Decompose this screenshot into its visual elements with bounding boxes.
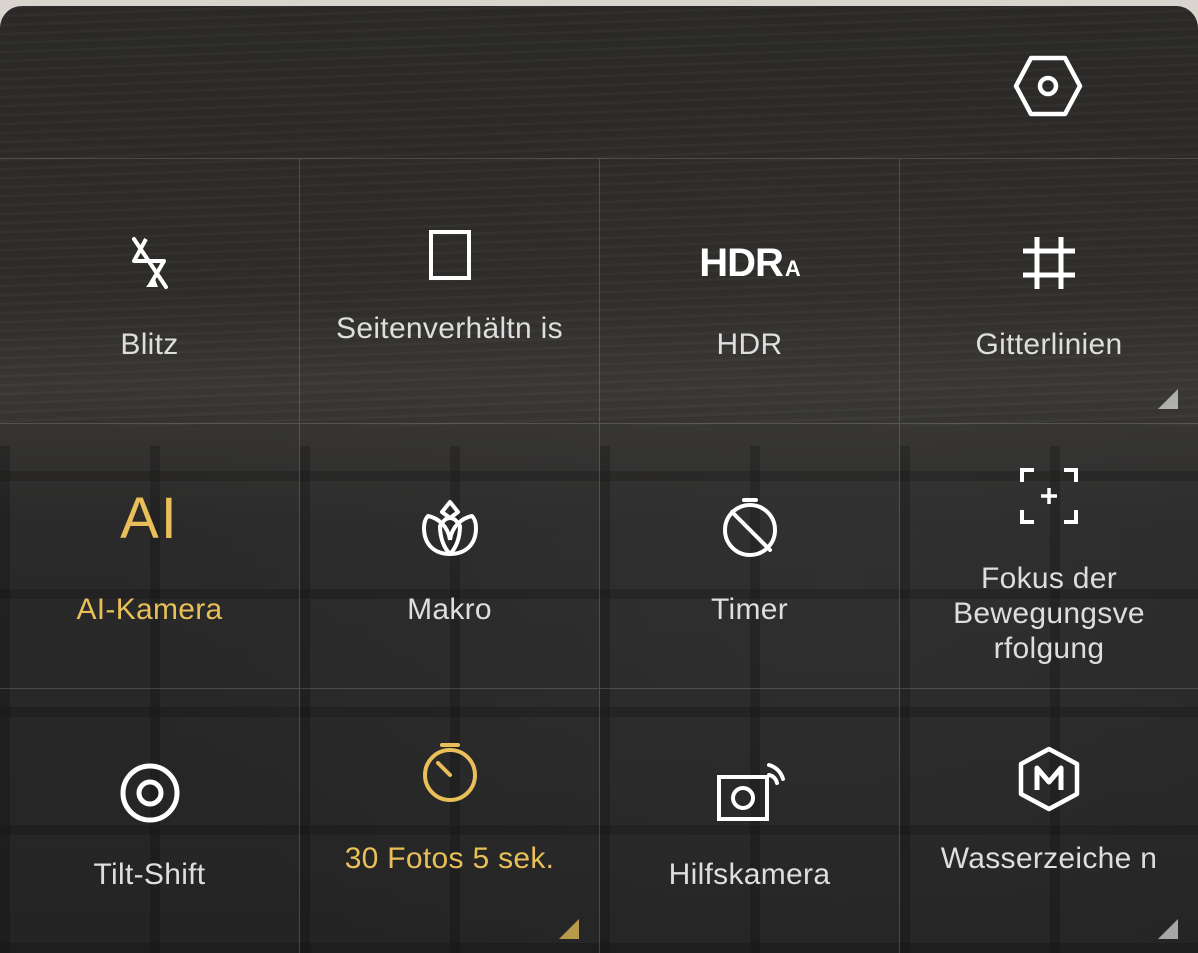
settings-button[interactable] <box>1012 50 1084 122</box>
tile-label: HDR <box>716 328 783 361</box>
quick-settings-panel: Blitz Seitenverhältn is HDRA HDR Gitterl… <box>0 6 1198 953</box>
settings-grid: Blitz Seitenverhältn is HDRA HDR Gitterl… <box>0 158 1198 953</box>
tile-macro[interactable]: Makro <box>300 424 600 689</box>
submenu-indicator <box>559 919 579 939</box>
tile-ai-camera[interactable]: AI AI-Kamera <box>0 424 300 689</box>
tile-flash[interactable]: Blitz <box>0 159 300 424</box>
tile-motion-tracking-focus[interactable]: Fokus der Bewegungsve rfolgung <box>900 424 1198 689</box>
tile-label: Seitenverhältn is <box>336 312 563 345</box>
ai-icon: AI <box>120 485 179 551</box>
tile-label: Tilt-Shift <box>93 858 206 891</box>
tile-timer[interactable]: Timer <box>600 424 900 689</box>
tile-label: Timer <box>710 593 789 626</box>
tile-watermark[interactable]: Wasserzeiche n <box>900 689 1198 953</box>
tile-label: Fokus der Bewegungsve rfolgung <box>953 562 1145 665</box>
tile-tilt-shift[interactable]: Tilt-Shift <box>0 689 300 953</box>
grid-lines-icon <box>1023 237 1075 289</box>
tile-label: Hilfskamera <box>668 858 831 891</box>
tile-label: Makro <box>407 593 492 626</box>
tile-label: AI-Kamera <box>76 593 223 626</box>
tile-hdr[interactable]: HDRA HDR <box>600 159 900 424</box>
submenu-indicator <box>1158 389 1178 409</box>
hexagon-gear-icon <box>1013 55 1083 117</box>
aspect-ratio-icon <box>428 230 471 280</box>
tile-label: 30 Fotos 5 sek. <box>344 842 555 875</box>
tile-grid-lines[interactable]: Gitterlinien <box>900 159 1198 424</box>
hdr-auto-icon: HDRA <box>699 240 801 286</box>
tile-assist-camera[interactable]: Hilfskamera <box>600 689 900 953</box>
tile-label: Blitz <box>120 328 179 361</box>
tile-label: Wasserzeiche n <box>940 842 1158 875</box>
flash-off-icon <box>131 237 168 289</box>
macro-flower-icon <box>421 500 478 556</box>
hdr-icon-text: HDR <box>699 240 784 285</box>
tile-burst-timer[interactable]: 30 Fotos 5 sek. <box>300 689 600 953</box>
assist-camera-icon <box>716 763 785 821</box>
hdr-icon-sub: A <box>784 255 801 281</box>
submenu-indicator <box>1158 919 1178 939</box>
burst-timer-icon <box>422 743 477 802</box>
timer-off-icon <box>722 498 777 557</box>
watermark-icon <box>1018 746 1080 812</box>
tile-label: Gitterlinien <box>975 328 1123 361</box>
tilt-shift-icon <box>120 763 179 823</box>
tile-aspect-ratio[interactable]: Seitenverhältn is <box>300 159 600 424</box>
motion-focus-icon <box>1020 468 1078 524</box>
